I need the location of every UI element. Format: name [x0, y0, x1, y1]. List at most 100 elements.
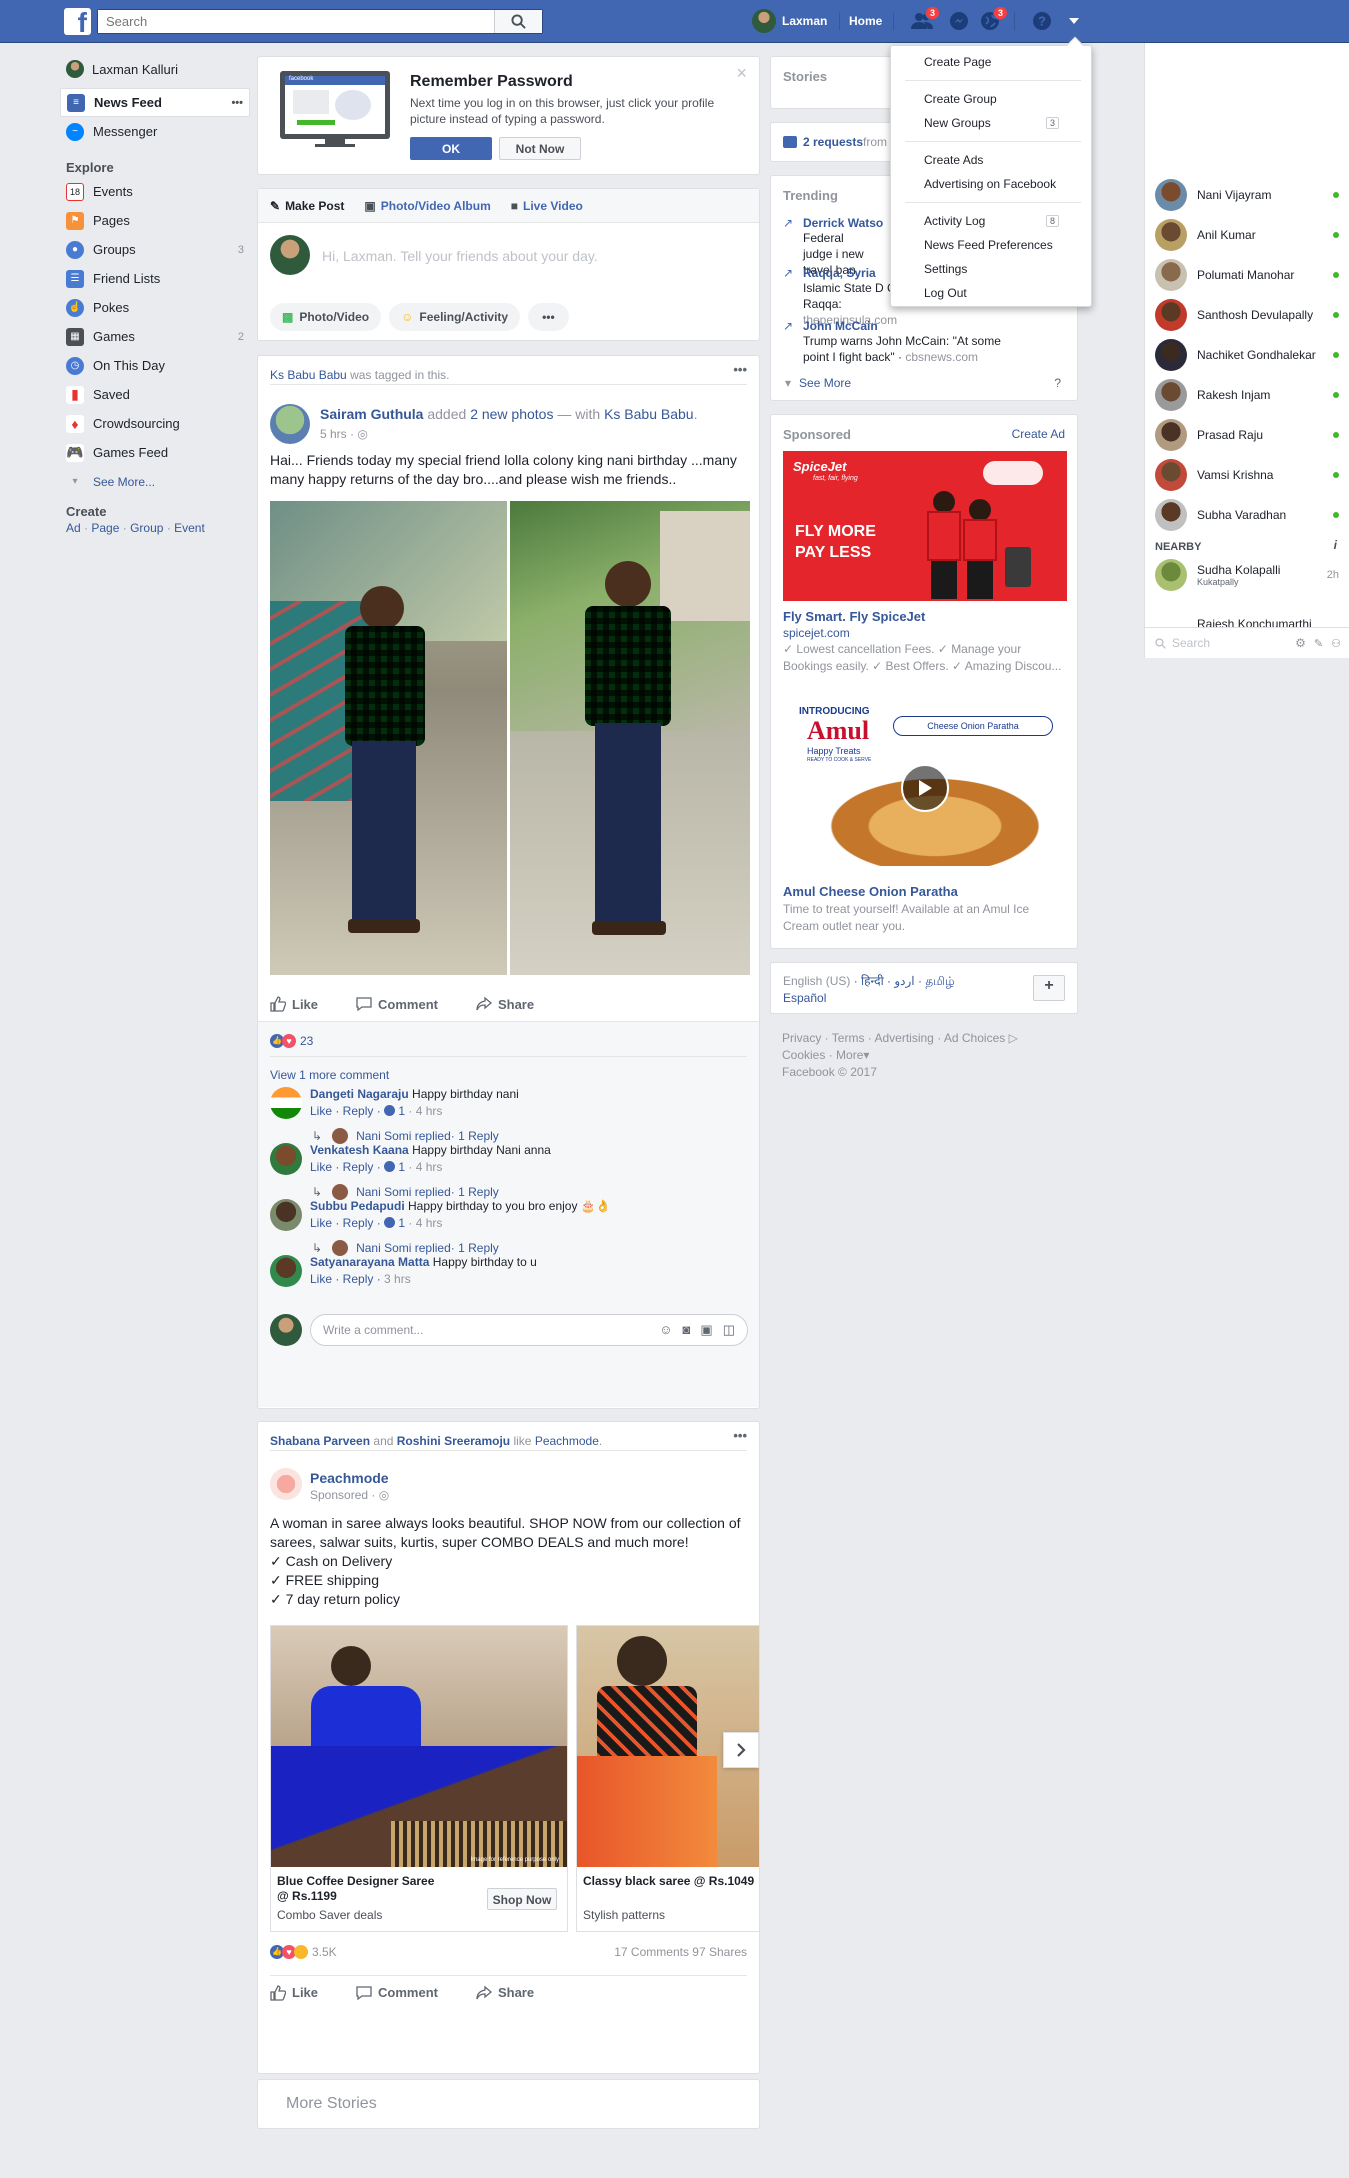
- spicejet-ad-image[interactable]: SpiceJet fast, fair, flying FLY MORE PAY…: [783, 451, 1067, 601]
- friend-requests-button[interactable]: 3: [910, 6, 940, 32]
- like-button[interactable]: Like: [270, 1984, 318, 2001]
- reaction-summary[interactable]: 👍 ♥ 3.5K: [270, 1945, 337, 1959]
- liker-name[interactable]: Shabana Parveen: [270, 1434, 370, 1448]
- amul-ad-video[interactable]: INTRODUCING Amul Happy Treats READY TO C…: [783, 706, 1067, 872]
- reply-link[interactable]: ↳ Nani Somi replied · 1 Reply: [312, 1128, 499, 1144]
- sidebar-item-messenger[interactable]: ~ Messenger: [60, 117, 250, 146]
- comment-button[interactable]: Comment: [356, 1985, 438, 2001]
- reaction-summary[interactable]: 👍 ♥ 23: [270, 1034, 313, 1048]
- sticker-icon[interactable]: ◫: [723, 1322, 735, 1338]
- tab-photo-album[interactable]: ▣ Photo/Video Album: [364, 199, 490, 213]
- trending-item[interactable]: ↗ John McCain Trump warns John McCain: "…: [781, 319, 1071, 365]
- chat-search-input[interactable]: Search: [1172, 636, 1210, 650]
- commenter-name[interactable]: Satyanarayana Matta: [310, 1255, 429, 1269]
- commenter-avatar[interactable]: [270, 1143, 302, 1175]
- menu-item-new-groups[interactable]: New Groups: [924, 116, 991, 130]
- chat-contact[interactable]: Rajesh Konchumarthi: [1197, 618, 1312, 627]
- chat-contact[interactable]: Vamsi Krishna: [1145, 455, 1349, 495]
- like-button[interactable]: Like: [270, 996, 318, 1012]
- sidebar-item-games[interactable]: ▦ Games 2: [60, 322, 250, 351]
- liker-name[interactable]: Roshini Sreeramoju: [397, 1434, 510, 1448]
- chat-contact[interactable]: Prasad Raju: [1145, 415, 1349, 455]
- shares-count-link[interactable]: 97 Shares: [692, 1945, 747, 1959]
- comment-actions[interactable]: Like · Reply ·: [310, 1160, 384, 1174]
- gear-icon[interactable]: ⚙: [1295, 636, 1306, 650]
- view-more-comments-link[interactable]: View 1 more comment: [270, 1068, 389, 1082]
- more-options-button[interactable]: •••: [528, 303, 569, 331]
- chat-contact[interactable]: Nachiket Gondhalekar: [1145, 335, 1349, 375]
- composer-input[interactable]: Hi, Laxman. Tell your friends about your…: [322, 248, 598, 264]
- see-more-link[interactable]: ▾ See More...: [60, 467, 250, 496]
- shop-now-button[interactable]: Shop Now: [487, 1888, 557, 1910]
- close-icon[interactable]: ×: [736, 63, 747, 84]
- emoji-icon[interactable]: ☺: [659, 1322, 672, 1338]
- comment-input[interactable]: Write a comment... ☺ ◙ ▣ ◫: [310, 1314, 748, 1346]
- menu-item-advertising[interactable]: Advertising on Facebook: [924, 177, 1056, 191]
- sidebar-item-on-this-day[interactable]: ◷ On This Day: [60, 351, 250, 380]
- ad-title[interactable]: Fly Smart. Fly SpiceJet: [783, 609, 925, 624]
- language-link[interactable]: Español: [783, 991, 826, 1005]
- comment-actions[interactable]: Like · Reply ·: [310, 1104, 384, 1118]
- search-button[interactable]: [494, 10, 542, 33]
- create-group-link[interactable]: Group: [130, 521, 163, 535]
- chat-contact[interactable]: Subha Varadhan: [1145, 495, 1349, 535]
- not-now-button[interactable]: Not Now: [499, 137, 581, 160]
- chat-contact[interactable]: Anil Kumar: [1145, 215, 1349, 255]
- add-language-button[interactable]: +: [1033, 975, 1065, 1001]
- footer-link[interactable]: Advertising: [874, 1031, 933, 1045]
- reply-link[interactable]: ↳ Nani Somi replied · 1 Reply: [312, 1240, 499, 1256]
- commenter-name[interactable]: Dangeti Nagaraju: [310, 1087, 409, 1101]
- carousel-next-button[interactable]: [723, 1732, 759, 1768]
- tab-make-post[interactable]: ✎ Make Post: [270, 199, 344, 213]
- search-box[interactable]: [97, 9, 543, 34]
- language-link[interactable]: தமிழ்: [925, 974, 954, 988]
- see-more-trending-link[interactable]: ▾ See More: [785, 376, 851, 390]
- requests-link[interactable]: 2 requests: [803, 135, 863, 149]
- commenter-avatar[interactable]: [270, 1199, 302, 1231]
- more-stories-button[interactable]: More Stories: [257, 2079, 760, 2129]
- menu-item-log-out[interactable]: Log Out: [924, 286, 967, 300]
- reply-link[interactable]: ↳ Nani Somi replied · 1 Reply: [312, 1184, 499, 1200]
- feeling-activity-button[interactable]: ☺ Feeling/Activity: [389, 303, 521, 331]
- carousel-card[interactable]: Image for reference purpose only Blue Co…: [270, 1625, 568, 1932]
- post-options-icon[interactable]: •••: [733, 362, 747, 377]
- sidebar-item-events[interactable]: 18 Events: [60, 177, 250, 206]
- menu-item-create-page[interactable]: Create Page: [924, 55, 991, 69]
- comment-actions[interactable]: Like · Reply ·: [310, 1272, 384, 1286]
- commenter-name[interactable]: Venkatesh Kaana: [310, 1143, 409, 1157]
- comment-button[interactable]: Comment: [356, 996, 438, 1012]
- sidebar-item-pages[interactable]: ⚑ Pages: [60, 206, 250, 235]
- comments-count-link[interactable]: 17 Comments: [614, 1945, 689, 1959]
- page-link[interactable]: Peachmode: [535, 1434, 599, 1448]
- facebook-logo-icon[interactable]: f: [64, 8, 91, 35]
- sidebar-item-pokes[interactable]: ☝ Pokes: [60, 293, 250, 322]
- account-menu-button[interactable]: [1062, 10, 1086, 32]
- help-button[interactable]: ?: [1030, 10, 1054, 32]
- create-ad-link[interactable]: Create Ad: [1012, 427, 1065, 441]
- gif-icon[interactable]: ▣: [700, 1322, 712, 1338]
- post-time[interactable]: 5 hrs · ◎: [320, 427, 368, 441]
- menu-item-create-ads[interactable]: Create Ads: [924, 153, 983, 167]
- chat-contact[interactable]: Santhosh Devulapally: [1145, 295, 1349, 335]
- share-button[interactable]: Share: [476, 996, 534, 1012]
- menu-item-news-feed-preferences[interactable]: News Feed Preferences: [924, 238, 1053, 252]
- chat-contact[interactable]: Nani Vijayram: [1145, 175, 1349, 215]
- tagger-name[interactable]: Ks Babu Babu: [270, 368, 347, 382]
- language-link[interactable]: हिन्दी: [861, 974, 884, 988]
- profile-link[interactable]: Laxman: [752, 9, 827, 33]
- author-avatar[interactable]: [270, 404, 310, 444]
- carousel-card[interactable]: Classy black saree @ Rs.1049 Stylish pat…: [576, 1625, 759, 1932]
- photos-link[interactable]: 2 new photos: [470, 406, 553, 422]
- menu-item-create-group[interactable]: Create Group: [924, 92, 997, 106]
- create-event-link[interactable]: Event: [174, 521, 205, 535]
- chat-contact[interactable]: Polumati Manohar: [1145, 255, 1349, 295]
- new-message-icon[interactable]: ✎: [1314, 637, 1323, 650]
- play-icon[interactable]: [901, 764, 949, 812]
- commenter-name[interactable]: Subbu Pedapudi: [310, 1199, 405, 1213]
- more-options-icon[interactable]: •••: [231, 97, 249, 109]
- home-link[interactable]: Home: [849, 14, 882, 28]
- author-name[interactable]: Peachmode: [310, 1470, 389, 1486]
- commenter-avatar[interactable]: [270, 1087, 302, 1119]
- footer-link[interactable]: Ad Choices: [944, 1031, 1005, 1045]
- sidebar-item-friend-lists[interactable]: ☰ Friend Lists: [60, 264, 250, 293]
